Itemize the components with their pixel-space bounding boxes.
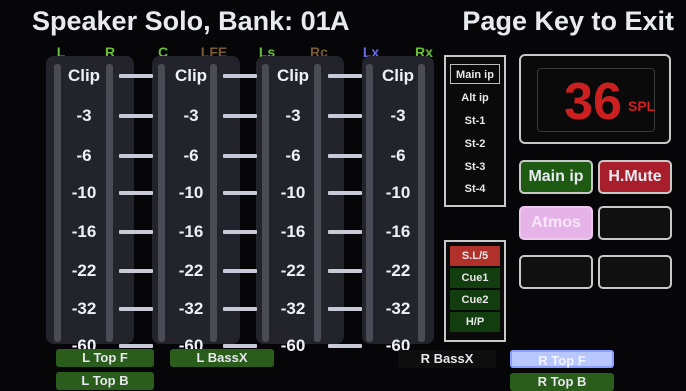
h-mute-button[interactable]: H.Mute [598, 160, 672, 194]
meter-scale-label: -60 [280, 336, 306, 355]
meter-scale-label: -16 [280, 222, 306, 241]
meter-level-segment [328, 154, 362, 158]
meter-level-segment [223, 154, 257, 158]
meter-scale-label: -22 [280, 261, 306, 280]
meter-scale-label: -3 [183, 106, 199, 125]
meter-scale-label: -32 [71, 299, 97, 318]
meter-scale-label: -10 [385, 183, 411, 202]
meter-track-ls [262, 64, 269, 342]
meter-scale-label: -10 [178, 183, 204, 202]
meter-scale-label: -32 [178, 299, 204, 318]
meter-level-segment [223, 344, 257, 348]
monitor-sl5-button[interactable]: S.L/5 [450, 246, 500, 266]
meter-scale-label: -16 [178, 222, 204, 241]
meter-scale-label: -32 [280, 299, 306, 318]
meter-track-rc [314, 64, 321, 342]
meter-scale-label: -6 [183, 146, 199, 165]
meter-level-segment [328, 114, 362, 118]
meter-track-r [106, 64, 113, 342]
bank-letter: A [330, 6, 350, 36]
meter-level-segment [119, 74, 153, 78]
l-top-f-button[interactable]: L Top F [56, 349, 154, 367]
r-top-b-button[interactable]: R Top B [510, 373, 614, 391]
meter-scale-label: Clip [276, 66, 310, 85]
input-st-3[interactable]: St-3 [450, 157, 500, 177]
meter-scale-label: -22 [71, 261, 97, 280]
meter-level-segment [223, 114, 257, 118]
meter-scale-label: -16 [385, 222, 411, 241]
meter-level-segment [119, 191, 153, 195]
meter-scale-label: -32 [385, 299, 411, 318]
meter-level-segment [119, 307, 153, 311]
input-select-panel: Main ip Alt ip St-1 St-2 St-3 St-4 [444, 55, 506, 207]
input-alt-ip[interactable]: Alt ip [450, 88, 500, 108]
monitor-hp-button[interactable]: H/P [450, 312, 500, 332]
meter-level-segment [119, 230, 153, 234]
page-title: Speaker Solo, Bank: 01 [32, 6, 331, 36]
meter-level-segment [328, 191, 362, 195]
meter-level-segment [119, 269, 153, 273]
l-bassx-button[interactable]: L BassX [170, 349, 274, 367]
speaker-solo-screen: Speaker Solo, Bank: 01 A Page Key to Exi… [0, 0, 686, 391]
r-top-f-button[interactable]: R Top F [510, 350, 614, 368]
meter-scale-label: Clip [67, 66, 101, 85]
meter-level-segment [223, 230, 257, 234]
meter-scale-label: -10 [71, 183, 97, 202]
input-st-1[interactable]: St-1 [450, 111, 500, 131]
spl-value: 36 [564, 73, 622, 131]
meter-scale-label: -3 [285, 106, 301, 125]
meter-track-l [54, 64, 61, 342]
meter-level-segment [223, 191, 257, 195]
exit-hint: Page Key to Exit [462, 6, 674, 36]
meter-level-segment [328, 74, 362, 78]
input-main-ip[interactable]: Main ip [450, 64, 500, 84]
meter-level-segment [223, 269, 257, 273]
blank-button-2[interactable] [519, 255, 593, 289]
blank-button-1[interactable] [598, 206, 672, 240]
meter-scale-label: -6 [76, 146, 92, 165]
main-ip-button[interactable]: Main ip [519, 160, 593, 194]
meter-level-segment [119, 154, 153, 158]
meter-scale-label: Clip [381, 66, 415, 85]
monitor-select-panel: S.L/5 Cue1 Cue2 H/P [444, 240, 506, 342]
input-st-4[interactable]: St-4 [450, 179, 500, 199]
r-bassx-button[interactable]: R BassX [398, 350, 496, 368]
meter-level-segment [119, 114, 153, 118]
meter-track-c [158, 64, 165, 342]
meter-level-segment [223, 307, 257, 311]
l-top-b-button[interactable]: L Top B [56, 372, 154, 390]
meter-scale-label: -6 [390, 146, 406, 165]
meter-scale-label: -10 [280, 183, 306, 202]
atmos-button[interactable]: Atmos [519, 206, 593, 240]
monitor-cue2-button[interactable]: Cue2 [450, 290, 500, 310]
meter-track-lx [366, 64, 373, 342]
meter-scale-label: -6 [285, 146, 301, 165]
meter-scale-label: Clip [174, 66, 208, 85]
meter-level-segment [328, 344, 362, 348]
meter-scale-label: -22 [178, 261, 204, 280]
blank-button-3[interactable] [598, 255, 672, 289]
meter-level-segment [328, 307, 362, 311]
meter-level-segment [119, 344, 153, 348]
meter-level-segment [328, 230, 362, 234]
input-st-2[interactable]: St-2 [450, 134, 500, 154]
meter-scale-label: -3 [390, 106, 406, 125]
monitor-cue1-button[interactable]: Cue1 [450, 268, 500, 288]
meter-scale-label: -16 [71, 222, 97, 241]
meter-level-segment [223, 74, 257, 78]
spl-unit: SPL [628, 98, 656, 114]
meter-scale-label: -22 [385, 261, 411, 280]
meter-level-segment [328, 269, 362, 273]
meter-scale-label: -3 [76, 106, 92, 125]
